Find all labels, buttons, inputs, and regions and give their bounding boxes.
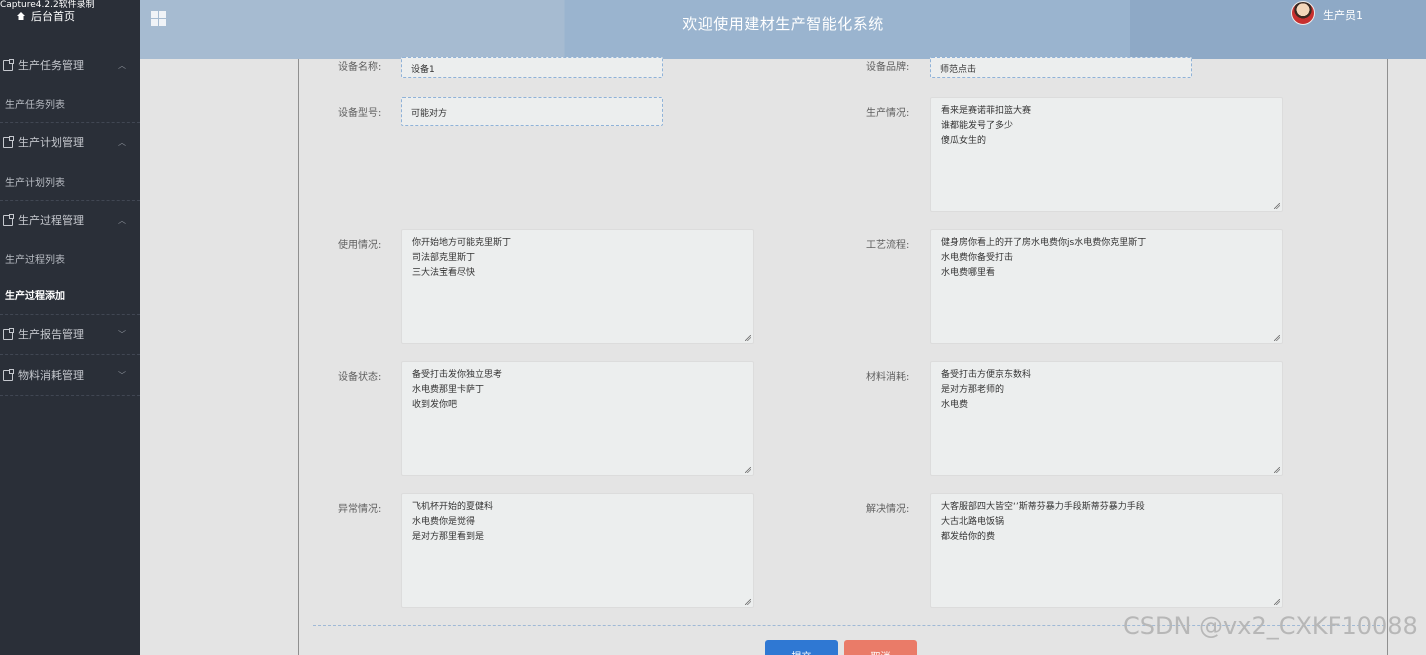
sidebar: Capture4.2.2软件录制 后台首页 生产任务管理 ︿ 生产任务列表 生产… [0,0,140,655]
production-textarea[interactable]: 看来是赛诺菲扣篮大赛 谁都能发号了多少 傻瓜女生的 [930,97,1283,212]
menu-group-plan-label: 生产计划管理 [18,136,84,149]
document-icon [3,58,14,71]
menu-group-report-label: 生产报告管理 [18,328,84,341]
material-line: 水电费 [941,400,969,410]
resize-handle-icon[interactable] [745,335,751,341]
home-icon [17,12,25,20]
label-status: 设备状态: [338,372,382,383]
cancel-button[interactable]: 取消 [844,640,917,655]
material-textarea[interactable]: 备受打击方便京东数科 是对方那老师的 水电费 [930,361,1283,476]
resize-handle-icon[interactable] [1274,467,1280,473]
document-icon [3,368,14,381]
label-device-name: 设备名称: [338,62,382,73]
usage-line: 司法部克里斯丁 [412,253,476,263]
menu-group-process-label: 生产过程管理 [18,214,84,227]
status-textarea[interactable]: 备受打击发你独立思考 水电费那里卡萨丁 收到发你吧 [401,361,754,476]
production-line: 傻瓜女生的 [941,136,987,146]
menu-group-task[interactable]: 生产任务管理 ︿ [0,46,140,84]
menu-group-plan[interactable]: 生产计划管理 ︿ [0,123,140,161]
label-abnormal: 异常情况: [338,504,382,515]
sidebar-item-process-add[interactable]: 生产过程添加 [0,275,140,313]
menu-group-report[interactable]: 生产报告管理 ﹀ [0,315,140,353]
material-line: 备受打击方便京东数科 [941,370,1032,380]
label-process: 工艺流程: [866,240,910,251]
production-line: 谁都能发号了多少 [941,121,1014,131]
label-material: 材料消耗: [866,372,910,383]
menu-group-process[interactable]: 生产过程管理 ︿ [0,201,140,239]
solution-line: 大古北路电饭锅 [941,517,1005,527]
label-device-model: 设备型号: [338,108,382,119]
abnormal-line: 是对方那里看到是 [412,532,485,542]
chevron-up-icon: ︿ [118,60,126,70]
sidebar-item-task-list[interactable]: 生产任务列表 [0,84,140,122]
chevron-down-icon: ﹀ [118,370,126,380]
document-icon [3,135,14,148]
menu-group-material[interactable]: 物料消耗管理 ﹀ [0,356,140,394]
status-line: 备受打击发你独立思考 [412,370,503,380]
status-line: 收到发你吧 [412,400,458,410]
resize-handle-icon[interactable] [1274,335,1280,341]
process-textarea[interactable]: 健身房你看上的开了房水电费你js水电费你克里斯丁 水电费你备受打击 水电费哪里看 [930,229,1283,344]
process-line: 水电费你备受打击 [941,253,1014,263]
process-line: 健身房你看上的开了房水电费你js水电费你克里斯丁 [941,238,1147,248]
home-link[interactable]: 后台首页 [16,8,75,24]
label-solution: 解决情况: [866,504,910,515]
usage-textarea[interactable]: 你开始地方可能克里斯丁 司法部克里斯丁 三大法宝看尽快 [401,229,754,344]
device-brand-field[interactable]: 师范点击 [930,57,1192,78]
solution-line: 大客服部四大皆空‘’斯蒂芬暴力手段斯蒂芬暴力手段 [941,502,1145,512]
device-name-field[interactable]: 设备1 [401,57,663,78]
watermark: CSDN @vx2_CXKF10088 [1123,612,1418,640]
sidebar-item-process-list[interactable]: 生产过程列表 [0,239,140,277]
chevron-down-icon: ﹀ [118,329,126,339]
device-model-field[interactable]: 可能对方 [401,97,663,126]
label-production: 生产情况: [866,108,910,119]
page-title: 欢迎使用建材生产智能化系统 [682,15,884,33]
menu-group-task-label: 生产任务管理 [18,59,84,72]
usage-line: 你开始地方可能克里斯丁 [412,238,512,248]
divider [0,354,140,355]
resize-handle-icon[interactable] [745,467,751,473]
home-label: 后台首页 [31,10,75,23]
label-usage: 使用情况: [338,240,382,251]
resize-handle-icon[interactable] [1274,203,1280,209]
resize-handle-icon[interactable] [745,599,751,605]
process-line: 水电费哪里看 [941,268,996,278]
document-icon [3,327,14,340]
material-line: 是对方那老师的 [941,385,1005,395]
user-name[interactable]: 生产员1 [1323,7,1363,23]
production-line: 看来是赛诺菲扣篮大赛 [941,106,1032,116]
resize-handle-icon[interactable] [1274,599,1280,605]
divider [0,395,140,396]
avatar[interactable] [1291,1,1315,25]
top-header: 欢迎使用建材生产智能化系统 生产员1 [140,0,1426,59]
usage-line: 三大法宝看尽快 [412,268,476,278]
status-line: 水电费那里卡萨丁 [412,385,485,395]
submit-button[interactable]: 提交 [765,640,838,655]
menu-group-material-label: 物料消耗管理 [18,369,84,382]
abnormal-line: 水电费你是觉得 [412,517,476,527]
abnormal-textarea[interactable]: 飞机杯开始的夏健科 水电费你是觉得 是对方那里看到是 [401,493,754,608]
document-icon [3,213,14,226]
chevron-up-icon: ︿ [118,137,126,147]
chevron-up-icon: ︿ [118,215,126,225]
sidebar-item-plan-list[interactable]: 生产计划列表 [0,162,140,200]
label-device-brand: 设备品牌: [866,62,910,73]
abnormal-line: 飞机杯开始的夏健科 [412,502,494,512]
solution-line: 都发给你的费 [941,532,996,542]
solution-textarea[interactable]: 大客服部四大皆空‘’斯蒂芬暴力手段斯蒂芬暴力手段 大古北路电饭锅 都发给你的费 [930,493,1283,608]
